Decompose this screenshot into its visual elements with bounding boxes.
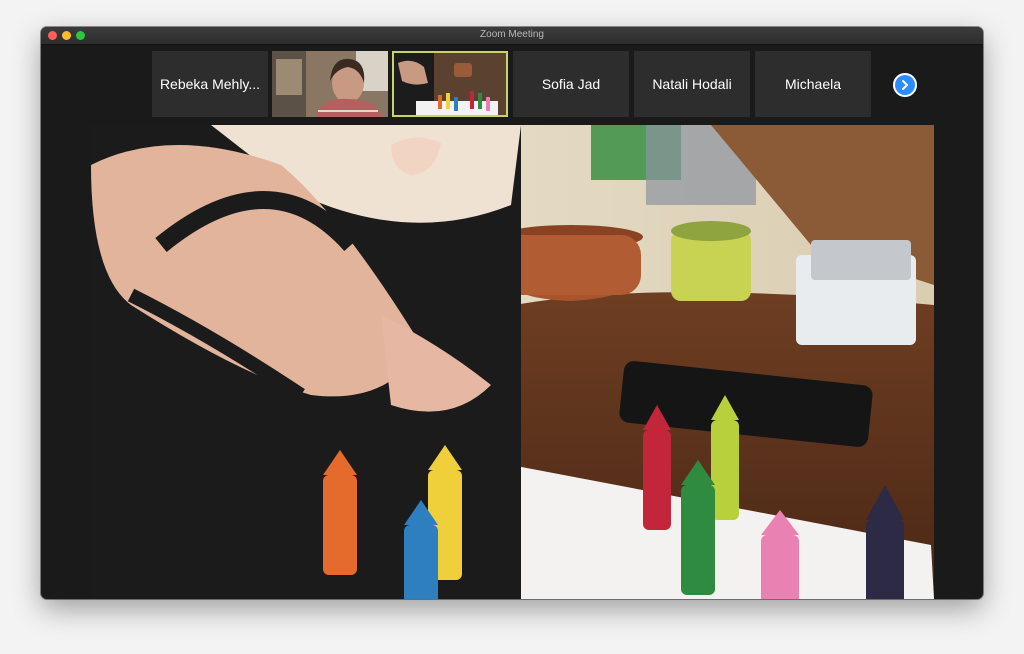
participant-tile[interactable]: Rebeka Mehly...: [152, 51, 268, 117]
participant-tile[interactable]: Natali Hodali: [634, 51, 750, 117]
participant-strip: Rebeka Mehly... Sofia Jad Natali Hodali …: [41, 45, 983, 125]
active-speaker-video: [394, 53, 506, 115]
chevron-right-icon: [902, 80, 908, 90]
participant-video: [272, 51, 388, 117]
participant-tile[interactable]: Michaela: [755, 51, 871, 117]
participant-name: Rebeka Mehly...: [159, 76, 261, 92]
title-bar: Zoom Meeting: [41, 27, 983, 45]
participant-name: Natali Hodali: [652, 76, 732, 92]
next-page-button[interactable]: [893, 73, 917, 97]
participant-name: Michaela: [784, 76, 842, 92]
window-title: Zoom Meeting: [480, 29, 544, 40]
participant-video-tile[interactable]: [272, 51, 388, 117]
main-speaker-video: [91, 125, 934, 599]
participant-name: Sofia Jad: [541, 76, 601, 92]
active-speaker-tile[interactable]: [392, 51, 508, 117]
participant-tile[interactable]: Sofia Jad: [513, 51, 629, 117]
speaker-video-frame: [91, 125, 934, 599]
zoom-window: Zoom Meeting Rebeka Mehly... Sofia Jad N…: [41, 27, 983, 599]
